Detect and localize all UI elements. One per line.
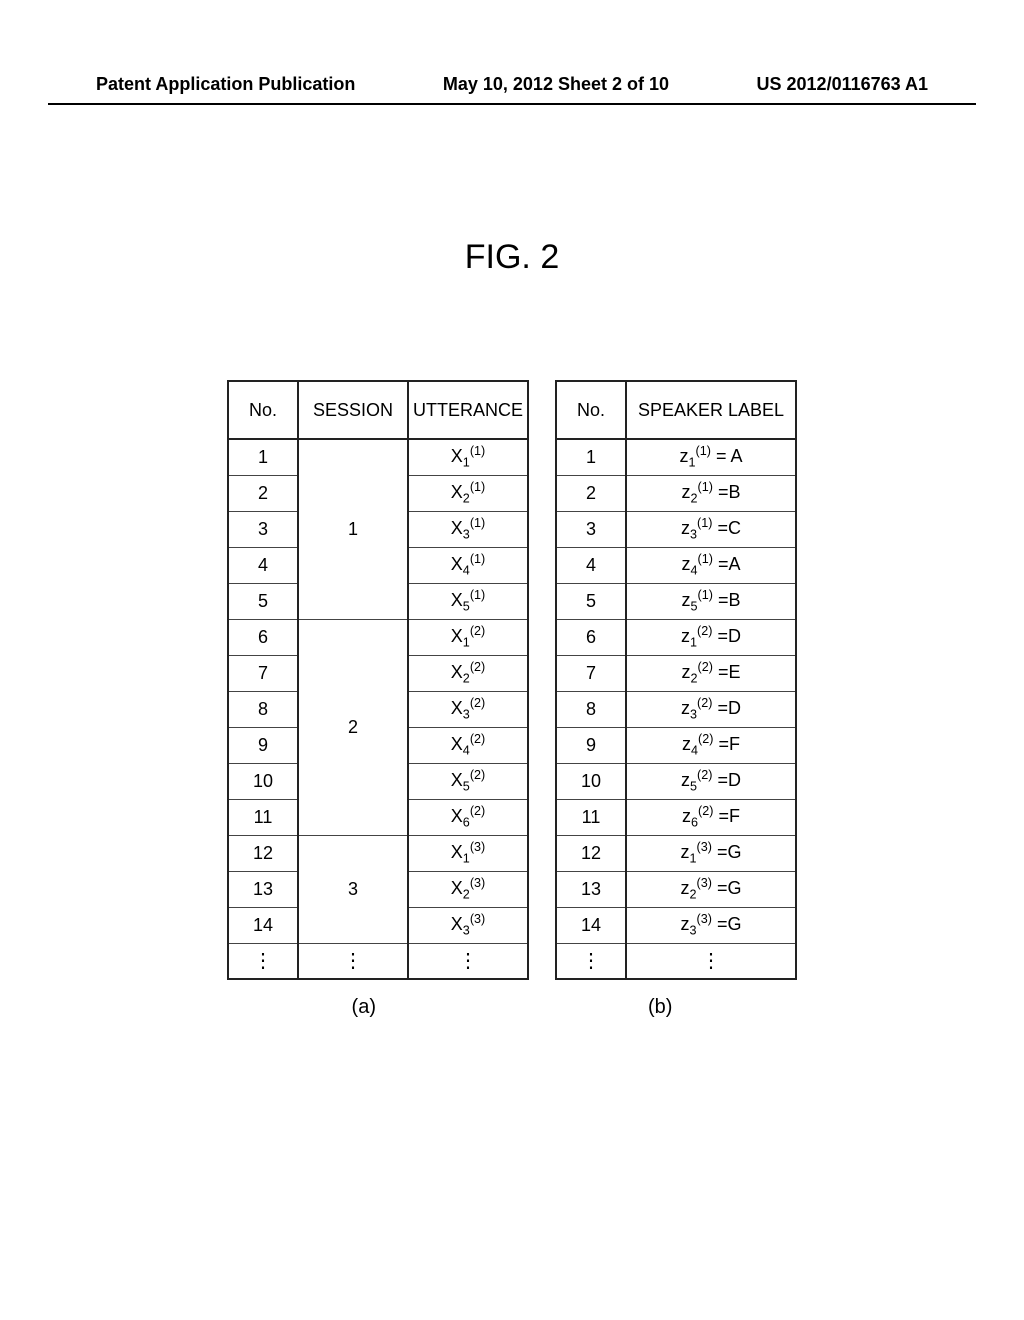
- cell-speaker-label: ⋮: [626, 943, 796, 979]
- cell-no: 3: [228, 511, 298, 547]
- cell-utterance: X3(1): [408, 511, 528, 547]
- cell-utterance: ⋮: [408, 943, 528, 979]
- cell-speaker-label: z1(1) = A: [626, 439, 796, 475]
- cell-no: 9: [228, 727, 298, 763]
- caption-a: (a): [352, 996, 376, 1019]
- cell-utterance: X1(1): [408, 439, 528, 475]
- cell-utterance: X3(3): [408, 907, 528, 943]
- cell-no: 7: [228, 655, 298, 691]
- cell-no: 8: [228, 691, 298, 727]
- cell-utterance: X4(2): [408, 727, 528, 763]
- speaker-label-table: No. SPEAKER LABEL 1z1(1) = A2z2(1) =B3z3…: [555, 380, 797, 980]
- col-utterance: UTTERANCE: [408, 381, 528, 439]
- cell-no: 10: [556, 763, 626, 799]
- cell-no: 11: [228, 799, 298, 835]
- cell-utterance: X4(1): [408, 547, 528, 583]
- cell-no: 5: [228, 583, 298, 619]
- cell-session: 3: [298, 835, 408, 943]
- col-no: No.: [228, 381, 298, 439]
- tables-container: No. SESSION UTTERANCE 11X1(1)2X2(1)3X3(1…: [0, 380, 1024, 980]
- cell-speaker-label: z6(2) =F: [626, 799, 796, 835]
- cell-utterance: X2(2): [408, 655, 528, 691]
- cell-no: 8: [556, 691, 626, 727]
- header-left: Patent Application Publication: [96, 74, 355, 95]
- cell-no: 5: [556, 583, 626, 619]
- figure-label: FIG. 2: [0, 238, 1024, 277]
- cell-session: ⋮: [298, 943, 408, 979]
- cell-no: ⋮: [556, 943, 626, 979]
- cell-utterance: X1(3): [408, 835, 528, 871]
- cell-no: 2: [556, 475, 626, 511]
- cell-no: 9: [556, 727, 626, 763]
- cell-utterance: X5(2): [408, 763, 528, 799]
- cell-speaker-label: z2(3) =G: [626, 871, 796, 907]
- cell-no: 6: [556, 619, 626, 655]
- cell-utterance: X2(3): [408, 871, 528, 907]
- cell-speaker-label: z1(3) =G: [626, 835, 796, 871]
- header-center: May 10, 2012 Sheet 2 of 10: [443, 74, 669, 95]
- cell-utterance: X5(1): [408, 583, 528, 619]
- cell-speaker-label: z1(2) =D: [626, 619, 796, 655]
- utterance-table: No. SESSION UTTERANCE 11X1(1)2X2(1)3X3(1…: [227, 380, 529, 980]
- cell-session: 1: [298, 439, 408, 619]
- caption-b: (b): [648, 996, 672, 1019]
- cell-speaker-label: z3(1) =C: [626, 511, 796, 547]
- cell-no: 14: [228, 907, 298, 943]
- cell-utterance: X6(2): [408, 799, 528, 835]
- header-right: US 2012/0116763 A1: [757, 74, 928, 95]
- page-header: Patent Application Publication May 10, 2…: [48, 74, 976, 105]
- cell-utterance: X3(2): [408, 691, 528, 727]
- cell-speaker-label: z4(2) =F: [626, 727, 796, 763]
- subfigure-captions: (a) (b): [0, 996, 1024, 1019]
- col-speaker-label: SPEAKER LABEL: [626, 381, 796, 439]
- cell-no: 4: [556, 547, 626, 583]
- cell-no: 14: [556, 907, 626, 943]
- cell-no: 4: [228, 547, 298, 583]
- cell-no: 12: [556, 835, 626, 871]
- cell-no: 13: [556, 871, 626, 907]
- cell-no: 1: [228, 439, 298, 475]
- cell-speaker-label: z3(3) =G: [626, 907, 796, 943]
- cell-no: 2: [228, 475, 298, 511]
- cell-speaker-label: z5(1) =B: [626, 583, 796, 619]
- cell-utterance: X2(1): [408, 475, 528, 511]
- cell-no: 12: [228, 835, 298, 871]
- cell-no: 10: [228, 763, 298, 799]
- cell-no: 13: [228, 871, 298, 907]
- cell-no: 7: [556, 655, 626, 691]
- cell-session: 2: [298, 619, 408, 835]
- cell-utterance: X1(2): [408, 619, 528, 655]
- cell-no: 11: [556, 799, 626, 835]
- cell-no: ⋮: [228, 943, 298, 979]
- cell-no: 3: [556, 511, 626, 547]
- cell-no: 6: [228, 619, 298, 655]
- col-session: SESSION: [298, 381, 408, 439]
- cell-speaker-label: z4(1) =A: [626, 547, 796, 583]
- col-no: No.: [556, 381, 626, 439]
- cell-speaker-label: z2(2) =E: [626, 655, 796, 691]
- cell-no: 1: [556, 439, 626, 475]
- cell-speaker-label: z3(2) =D: [626, 691, 796, 727]
- cell-speaker-label: z5(2) =D: [626, 763, 796, 799]
- cell-speaker-label: z2(1) =B: [626, 475, 796, 511]
